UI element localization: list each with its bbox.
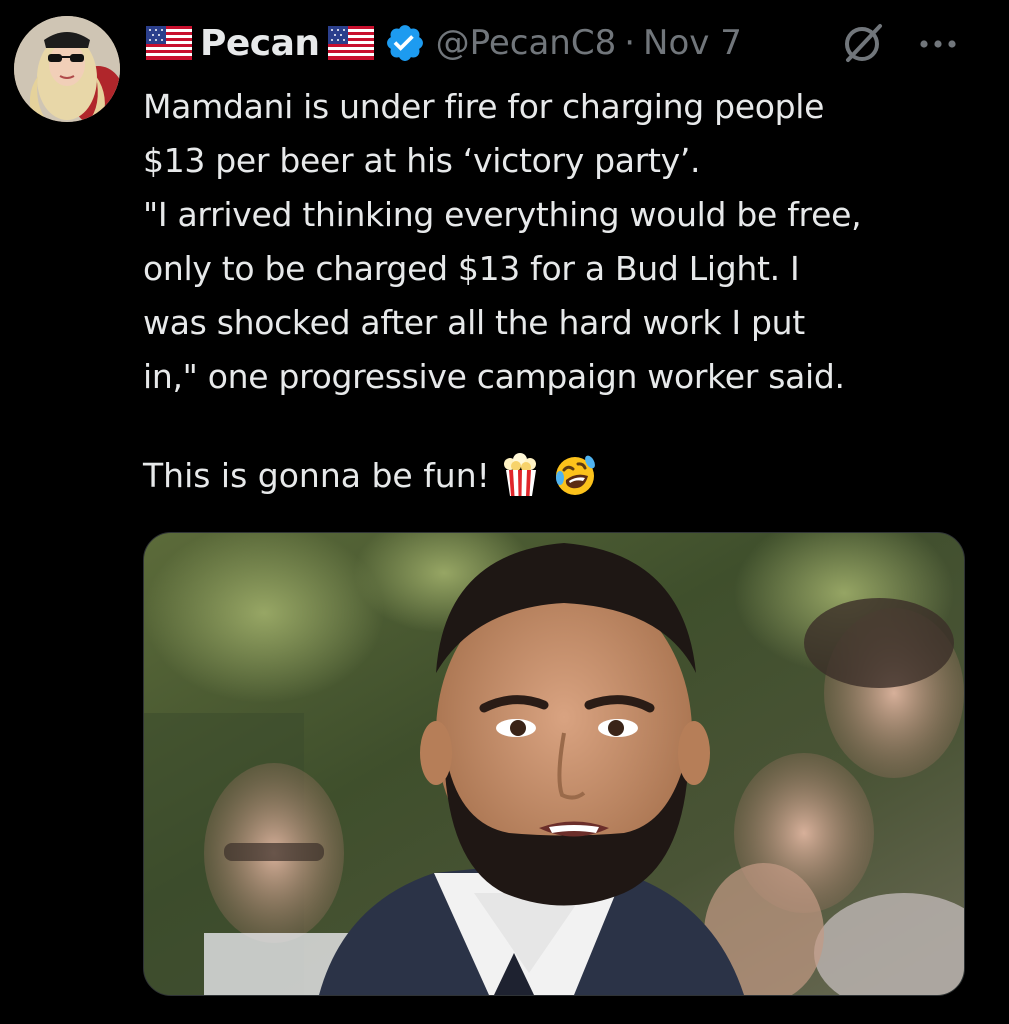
rolling-laughing-emoji-icon xyxy=(552,452,598,498)
handle[interactable]: @PecanC8 xyxy=(436,23,617,63)
display-name[interactable]: Pecan xyxy=(200,23,320,64)
grok-icon[interactable] xyxy=(838,18,888,68)
popcorn-emoji-icon xyxy=(498,452,544,498)
tweet-header: Pecan @PecanC8 · Nov 7 xyxy=(146,14,742,72)
avatar[interactable] xyxy=(14,16,120,122)
tweet-date[interactable]: Nov 7 xyxy=(643,23,742,63)
separator-dot: · xyxy=(624,23,636,63)
us-flag-icon xyxy=(146,26,192,60)
us-flag-icon xyxy=(327,26,374,60)
closing-line-text: This is gonna be fun! xyxy=(143,455,490,495)
verified-badge-icon[interactable] xyxy=(384,22,426,64)
more-options-icon[interactable] xyxy=(914,26,962,62)
tweet-media-photo[interactable] xyxy=(143,532,965,996)
tweet-body: Mamdani is under fire for charging peopl… xyxy=(143,87,862,396)
tweet-card: Pecan @PecanC8 · Nov 7 Mamdani is under … xyxy=(0,0,1009,1024)
tweet-closing-line: This is gonna be fun! xyxy=(143,448,598,502)
